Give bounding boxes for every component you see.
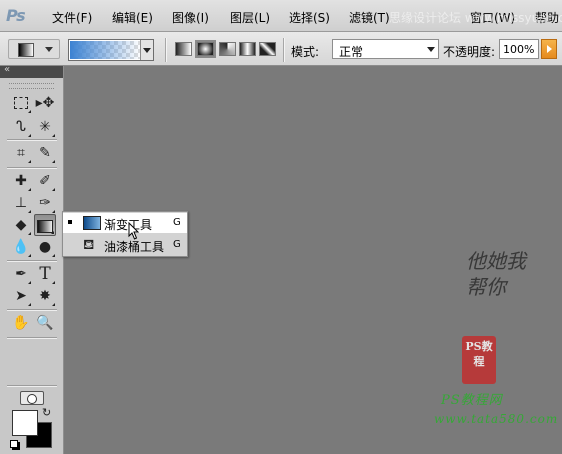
paint-bucket-icon: ⛾ [83,237,95,253]
menu-bar: Ps 文件(F) 编辑(E) 图像(I) 图层(L) 选择(S) 滤镜(T) 窗… [0,0,562,32]
rect-marquee-icon[interactable] [10,92,32,114]
divider [7,167,57,169]
tool-preset-picker[interactable] [8,39,60,59]
site-watermark: 思缘设计论坛 www.missyuan.com [389,11,562,25]
swap-colors-icon[interactable]: ↻ [42,406,51,419]
gradient-tool-flyout: 渐变工具 G ⛾ 油漆桶工具 G [62,211,188,257]
eraser-icon[interactable]: ◆ [10,214,32,236]
menu-filter[interactable]: 滤镜(T) [349,9,390,26]
divider [7,309,57,311]
flyout-item-paint-bucket[interactable]: ⛾ 油漆桶工具 G [63,235,187,255]
lasso-icon[interactable]: ᔐ [10,116,32,138]
mouse-cursor-icon [128,222,140,240]
divider [283,38,285,62]
zoom-icon[interactable]: 🔍 [34,312,56,334]
path-selection-icon[interactable]: ➤ [10,285,32,307]
chevron-down-icon [143,48,151,53]
toolbox-header[interactable]: « [0,64,63,78]
mode-value: 正常 [339,45,364,59]
menu-layer[interactable]: 图层(L) [230,9,270,26]
chevron-right-icon [547,45,552,53]
chevron-down-icon [427,47,435,52]
blur-icon[interactable]: 💧 [10,236,32,258]
site-name-watermark: PS教程网 [441,393,503,408]
clone-stamp-icon[interactable]: ⊥ [10,192,32,214]
menu-select[interactable]: 选择(S) [289,9,330,26]
gradient-dropdown-button[interactable] [140,40,153,60]
toolbox: « ▸✥ ᔐ ✳ ⌗ ✎ ✚ ✐ ⊥ ✑ ◆ 💧 ● ✒ T ➤ ✸ ✋ 🔍 ↻ [0,64,64,454]
menu-image[interactable]: 图像(I) [172,9,209,26]
options-bar: 模式: 正常 不透明度: 100% [0,32,562,66]
divider [7,139,57,141]
gradient-picker[interactable] [68,39,154,61]
radial-gradient-icon[interactable] [195,40,216,58]
flyout-item-shortcut: G [173,239,181,250]
flyout-item-label: 油漆桶工具 [104,240,165,254]
linear-gradient-icon[interactable] [175,42,192,56]
quick-mask-button[interactable] [20,391,44,405]
gradient-preview[interactable] [70,41,141,59]
shape-icon[interactable]: ✸ [34,285,56,307]
opacity-input[interactable]: 100% [499,39,539,59]
divider [165,38,167,62]
divider [7,385,57,387]
divider [7,337,57,339]
site-url-watermark: www.tata580.com [434,412,559,426]
hand-icon[interactable]: ✋ [10,312,32,334]
dodge-icon[interactable]: ● [34,236,56,258]
history-brush-icon[interactable]: ✑ [34,192,56,214]
healing-brush-icon[interactable]: ✚ [10,170,32,192]
divider [7,260,57,262]
reflected-gradient-icon[interactable] [239,42,256,56]
chevron-down-icon [45,47,53,52]
photoshop-logo: Ps [6,6,26,25]
menu-edit[interactable]: 编辑(E) [112,9,153,26]
quick-mask-icon [27,394,37,404]
mode-label: 模式: [291,45,320,59]
magic-wand-icon[interactable]: ✳ [34,116,56,138]
crop-icon[interactable]: ⌗ [10,142,32,164]
selected-bullet-icon [68,220,72,224]
collapse-icon[interactable]: « [4,64,10,75]
type-icon[interactable]: T [34,263,56,285]
eyedropper-icon[interactable]: ✎ [34,142,56,164]
move-icon[interactable]: ▸✥ [34,92,56,114]
flyout-item-shortcut: G [173,217,181,228]
gradient-tool-icon [83,216,101,230]
red-seal-stamp: PS教程 [462,336,496,384]
pen-icon[interactable]: ✒ [10,263,32,285]
brush-icon[interactable]: ✐ [34,170,56,192]
menu-file[interactable]: 文件(F) [52,9,92,26]
opacity-label: 不透明度: [443,45,496,59]
opacity-slider-button[interactable] [541,39,557,59]
mode-select[interactable]: 正常 [332,39,439,59]
toolbox-grip[interactable] [9,83,54,89]
angle-gradient-icon[interactable] [219,42,236,56]
flyout-item-gradient-tool[interactable]: 渐变工具 G [63,213,187,233]
diamond-gradient-icon[interactable] [259,42,276,56]
foreground-color-swatch[interactable] [12,410,38,436]
calligraphy-watermark: 他她我帮你 [466,249,526,299]
gradient-tool-icon [18,43,34,57]
gradient-icon[interactable] [34,214,56,236]
default-colors-icon[interactable] [10,440,20,450]
